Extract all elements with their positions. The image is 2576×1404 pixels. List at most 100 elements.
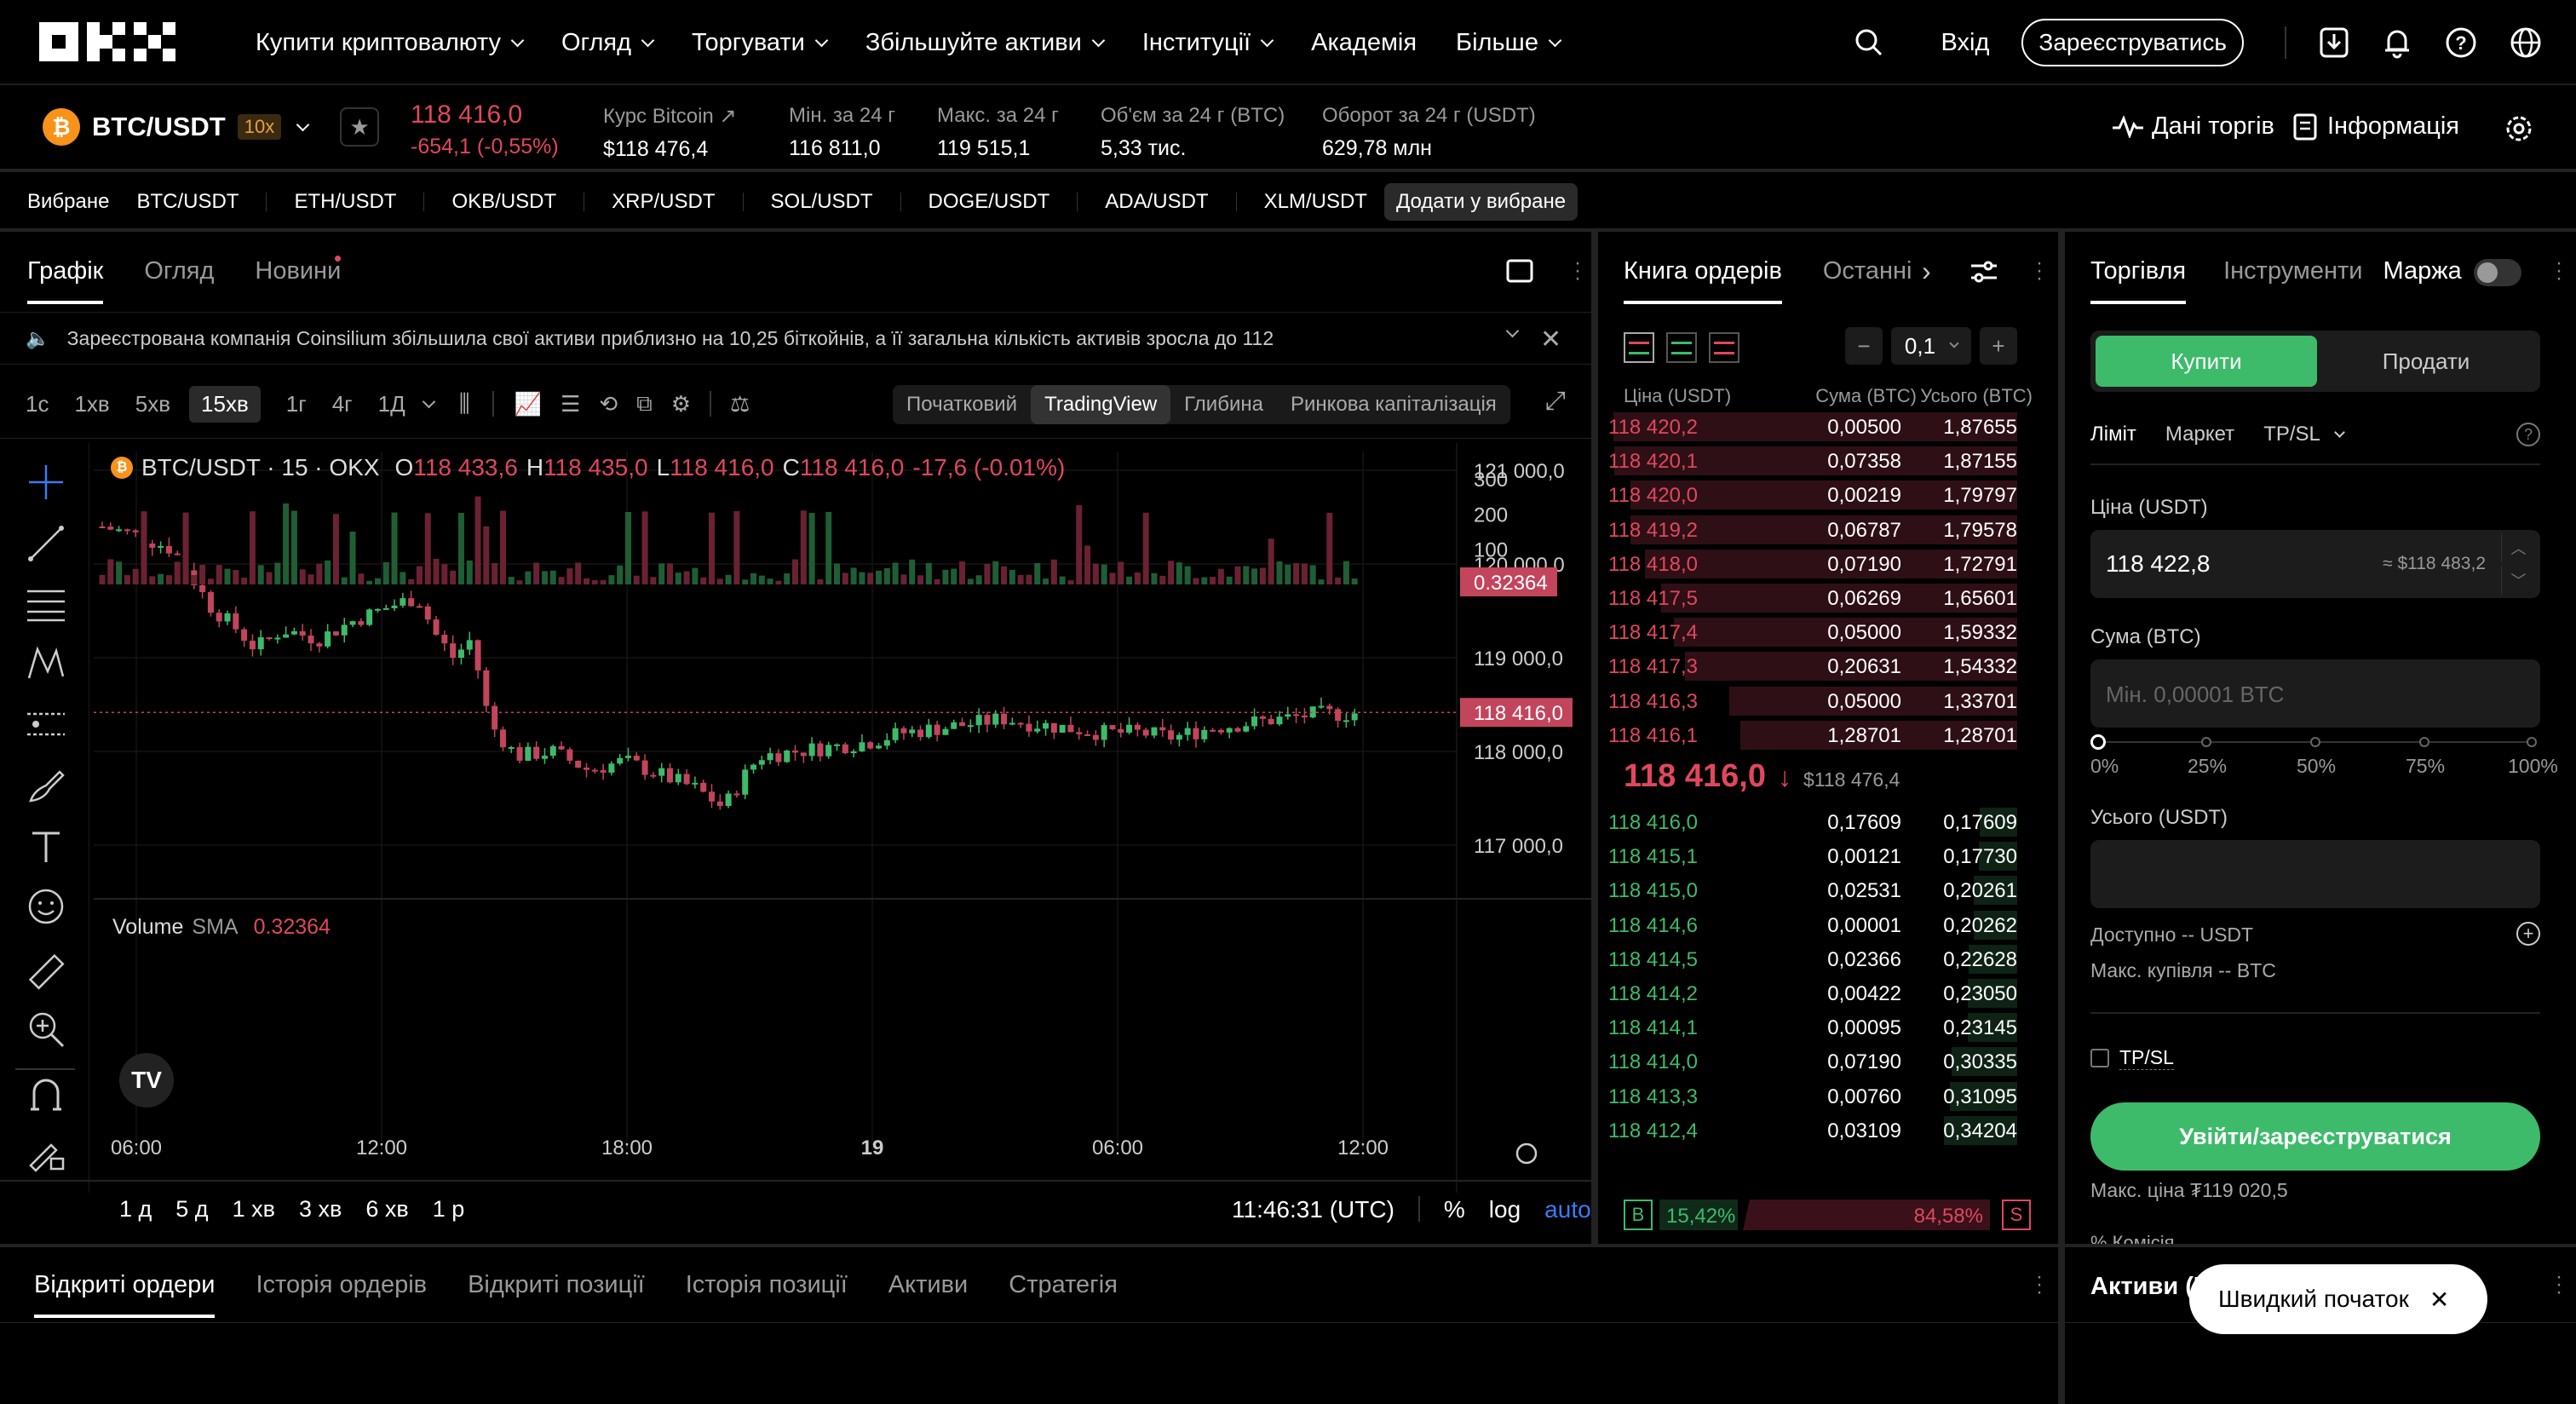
tradingview-logo[interactable]: TV bbox=[119, 1053, 174, 1108]
range-button[interactable]: 3 хв bbox=[299, 1196, 342, 1223]
tab-open-positions[interactable]: Відкриті позиції bbox=[468, 1271, 645, 1299]
info-link[interactable]: Інформація bbox=[2293, 112, 2459, 141]
auto-scale-toggle[interactable]: auto bbox=[1544, 1196, 1591, 1223]
nav-buy-crypto[interactable]: Купити криптовалюту bbox=[256, 29, 525, 57]
nav-institutions[interactable]: Інституції bbox=[1142, 29, 1274, 57]
timeframe-button[interactable]: 1с bbox=[26, 391, 49, 417]
nav-grow[interactable]: Збільшуйте активи bbox=[865, 29, 1106, 57]
slider-handle[interactable] bbox=[2090, 734, 2106, 750]
nav-academy[interactable]: Академія bbox=[1311, 29, 1417, 57]
more-vertical-icon[interactable]: · · · bbox=[2036, 1267, 2043, 1303]
tab-news[interactable]: Новини bbox=[255, 257, 341, 285]
ask-row[interactable]: 118 420,0 0,00219 1,79797 bbox=[1608, 479, 2017, 513]
fav-pair[interactable]: XRP/USDT bbox=[612, 190, 715, 214]
view-both-icon[interactable] bbox=[1624, 332, 1654, 363]
bid-row[interactable]: 118 414,5 0,02366 0,22628 bbox=[1608, 943, 2017, 977]
tab-strategy[interactable]: Стратегія bbox=[1009, 1271, 1118, 1299]
slider-tick[interactable] bbox=[2201, 737, 2211, 747]
bid-row[interactable]: 118 415,1 0,00121 0,17730 bbox=[1608, 840, 2017, 874]
view-bids-icon[interactable] bbox=[1666, 332, 1697, 363]
timeframe-button[interactable]: 4г bbox=[332, 391, 353, 417]
axis-settings-icon[interactable] bbox=[1515, 1142, 1538, 1165]
fav-pair[interactable]: DOGE/USDT bbox=[929, 190, 1050, 214]
view-asks-icon[interactable] bbox=[1709, 332, 1739, 363]
tab-order-history[interactable]: Історія ордерів bbox=[256, 1271, 427, 1299]
more-vertical-icon[interactable]: · · · bbox=[2036, 253, 2043, 289]
step-select[interactable]: 0,1 bbox=[1891, 327, 1971, 365]
fullscreen-icon[interactable]: ⤢ bbox=[1545, 387, 1566, 416]
price-chart[interactable]: 121 000,0120 000,0119 000,0118 000,0117 … bbox=[0, 443, 1591, 1244]
more-vertical-icon[interactable]: · · · bbox=[2556, 253, 2562, 289]
rate-label[interactable]: Курс Bitcoin ↗ bbox=[603, 104, 737, 129]
ask-row[interactable]: 118 419,2 0,06787 1,79578 bbox=[1608, 514, 2017, 548]
tab-tools[interactable]: Інструменти bbox=[2223, 257, 2362, 285]
total-input[interactable] bbox=[2090, 840, 2540, 908]
mode-basic[interactable]: Початковий bbox=[893, 385, 1031, 424]
fav-pair[interactable]: BTC/USDT bbox=[136, 190, 239, 214]
range-button[interactable]: 6 хв bbox=[365, 1196, 408, 1223]
mode-market-cap[interactable]: Ринкова капіталізація bbox=[1277, 385, 1510, 424]
bid-row[interactable]: 118 416,0 0,17609 0,17609 bbox=[1608, 806, 2017, 840]
tpsl-checkbox-row[interactable]: TP/SL bbox=[2090, 1046, 2174, 1070]
price-up-button[interactable]: ︿ bbox=[2501, 533, 2535, 562]
step-decrease-button[interactable]: − bbox=[1845, 327, 1883, 365]
help-icon[interactable]: ? bbox=[2516, 423, 2540, 446]
tab-trade[interactable]: Торгівля bbox=[2090, 257, 2187, 304]
close-icon[interactable]: ✕ bbox=[2429, 1286, 2449, 1314]
search-icon[interactable] bbox=[1854, 28, 1883, 57]
slider-tick[interactable] bbox=[2527, 737, 2537, 747]
register-button[interactable]: Зареєструватись bbox=[2021, 19, 2244, 66]
globe-icon[interactable] bbox=[2510, 26, 2542, 59]
tab-overview[interactable]: Огляд bbox=[144, 257, 214, 285]
fav-pair[interactable]: OKB/USDT bbox=[451, 190, 556, 214]
step-increase-button[interactable]: + bbox=[1980, 327, 2017, 365]
alert-icon[interactable]: ⟲ bbox=[599, 391, 618, 417]
sell-tab[interactable]: Продати bbox=[2317, 336, 2535, 387]
add-favorite-button[interactable]: Додати у вибране bbox=[1383, 183, 1578, 221]
chevron-down-icon[interactable] bbox=[1505, 324, 1520, 338]
fav-pair[interactable]: SOL/USDT bbox=[771, 190, 873, 214]
more-vertical-icon[interactable]: · · · bbox=[2556, 1267, 2562, 1303]
nav-trade[interactable]: Торгувати bbox=[692, 29, 829, 57]
ask-row[interactable]: 118 418,0 0,07190 1,72791 bbox=[1608, 548, 2017, 582]
trade-data-link[interactable]: Дані торгів bbox=[2113, 112, 2274, 141]
mode-tradingview[interactable]: TradingView bbox=[1031, 385, 1171, 424]
tab-position-history[interactable]: Історія позиції bbox=[686, 1271, 848, 1299]
replay-icon[interactable]: ⧉ bbox=[636, 390, 653, 417]
timeframe-button-selected[interactable]: 15хв bbox=[189, 385, 261, 423]
fav-pair[interactable]: XLM/USDT bbox=[1264, 190, 1367, 214]
timeframe-button[interactable]: 5хв bbox=[135, 391, 170, 417]
timeframe-button[interactable]: 1хв bbox=[74, 391, 109, 417]
help-icon[interactable]: ? bbox=[2445, 26, 2477, 59]
fav-pair[interactable]: ADA/USDT bbox=[1105, 190, 1208, 214]
chevron-right-icon[interactable]: › bbox=[1922, 256, 1931, 287]
timeframe-button[interactable]: 1Д bbox=[378, 391, 405, 417]
margin-toggle[interactable] bbox=[2474, 259, 2521, 286]
add-funds-icon[interactable]: + bbox=[2516, 922, 2540, 946]
range-button[interactable]: 1 д bbox=[119, 1196, 152, 1223]
tab-open-orders[interactable]: Відкриті ордери bbox=[34, 1271, 216, 1318]
nav-more[interactable]: Більше bbox=[1456, 29, 1562, 57]
list-icon[interactable]: ☰ bbox=[561, 391, 580, 417]
amount-input[interactable]: Мін. 0,00001 BTC bbox=[2090, 659, 2540, 728]
timeframe-button[interactable]: 1г bbox=[286, 391, 307, 417]
chevron-down-icon[interactable] bbox=[2334, 426, 2345, 438]
tpsl-checkbox[interactable] bbox=[2090, 1049, 2109, 1067]
range-button[interactable]: 1 р bbox=[433, 1196, 465, 1223]
indicators-icon[interactable]: 📈 bbox=[515, 391, 542, 417]
favorite-star-button[interactable]: ★ bbox=[340, 107, 380, 147]
order-type-market[interactable]: Маркет bbox=[2165, 423, 2234, 446]
tab-last-trades[interactable]: Останні bbox=[1823, 257, 1912, 285]
ask-row[interactable]: 118 416,1 1,28701 1,28701 bbox=[1608, 719, 2017, 753]
ask-row[interactable]: 118 416,3 0,05000 1,33701 bbox=[1608, 685, 2017, 719]
tab-assets[interactable]: Активи bbox=[888, 1271, 968, 1299]
ask-row[interactable]: 118 420,1 0,07358 1,87155 bbox=[1608, 445, 2017, 479]
percent-scale-toggle[interactable]: % bbox=[1444, 1196, 1465, 1223]
chart-clock[interactable]: 11:46:31 (UTC) bbox=[1232, 1196, 1394, 1223]
compare-icon[interactable]: ⚖ bbox=[730, 391, 750, 417]
quick-start-toast[interactable]: Швидкий початок ✕ bbox=[2189, 1264, 2487, 1334]
ask-row[interactable]: 118 417,4 0,05000 1,59332 bbox=[1608, 616, 2017, 650]
gear-icon[interactable] bbox=[2503, 112, 2535, 145]
bell-icon[interactable] bbox=[2382, 26, 2412, 59]
chevron-down-icon[interactable] bbox=[422, 394, 436, 408]
